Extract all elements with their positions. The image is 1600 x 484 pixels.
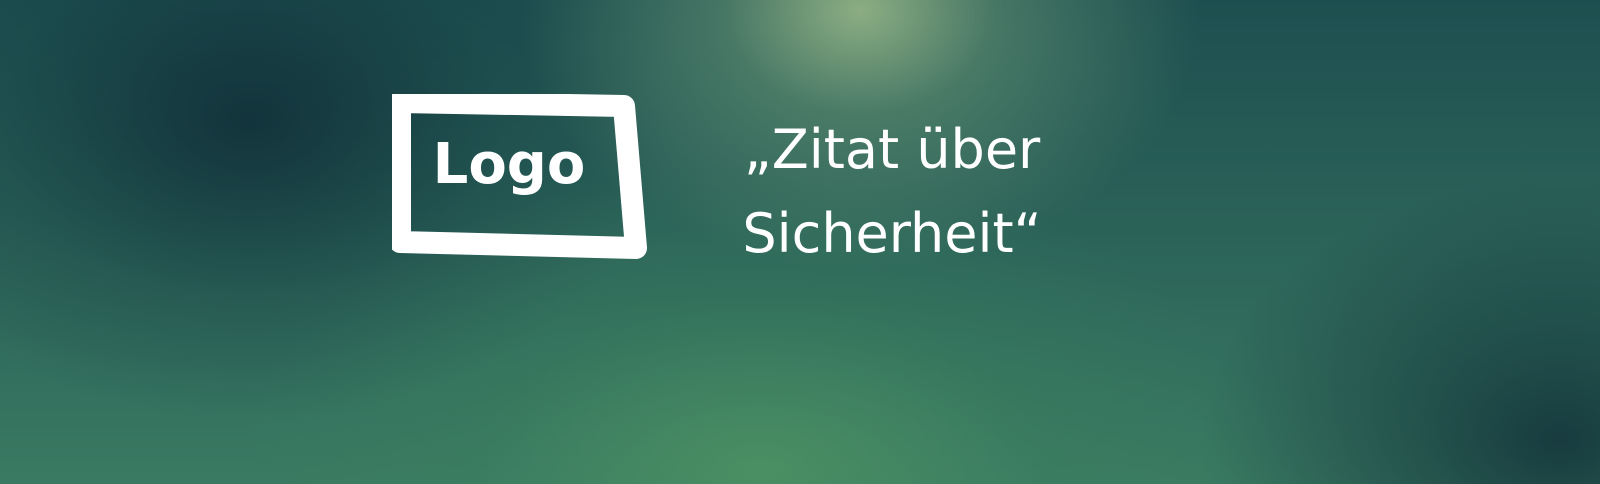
quote-text: „Zitat über Sicherheit“: [742, 118, 1042, 265]
logo-label: Logo: [432, 132, 586, 197]
